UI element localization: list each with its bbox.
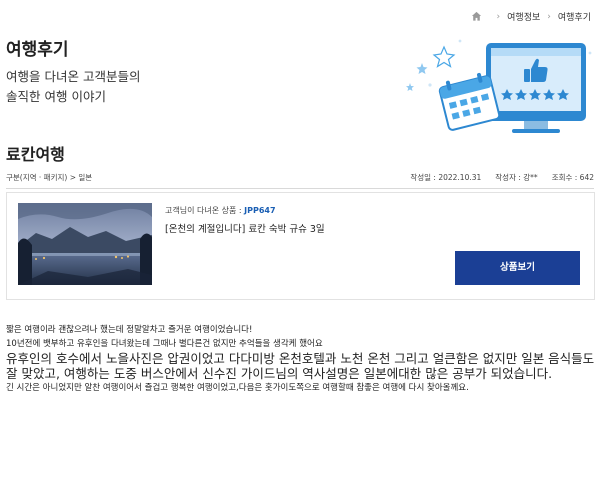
lake-sunset-image (18, 203, 152, 285)
divider (6, 188, 594, 189)
page-title: 여행후기 (6, 40, 69, 60)
product-code[interactable]: JPP647 (244, 206, 275, 215)
calendar-icon (438, 72, 501, 131)
breadcrumb: › 여행정보 › 여행후기 (471, 10, 591, 23)
post-date: 작성일 : 2022.10.31 (410, 173, 482, 182)
product-label-prefix: 고객님이 다녀온 상품 : (165, 206, 245, 215)
post-category: 구분(지역 · 패키지) > 일본 (6, 173, 93, 182)
review-illustration (406, 39, 592, 133)
chevron-right-icon: › (496, 11, 501, 22)
product-label: 고객님이 다녀온 상품 : JPP647 (165, 205, 276, 216)
post-views: 조회수 : 642 (551, 173, 594, 182)
body-paragraph: 짧은 여행이라 괜찮으려나 했는데 정말알차고 즐거운 여행이었습니다! (6, 325, 253, 335)
body-paragraph: 유후인의 호수에서 노을사진은 압권이었고 다다미방 온천호텔과 노천 온천 그… (6, 351, 595, 381)
home-icon[interactable] (471, 11, 482, 22)
post-title: 료칸여행 (6, 145, 65, 164)
body-paragraph: 10년전에 뱃부하고 유후인을 다녀왔는데 그때나 별다른건 없지만 추억들을 … (6, 339, 323, 349)
post-author: 작성자 : 강** (495, 173, 538, 182)
product-name[interactable]: [온천의 계절입니다] 료칸 숙박 규슈 3일 (165, 221, 325, 235)
breadcrumb-item-travel-review[interactable]: 여행후기 (558, 10, 591, 23)
post-body: 짧은 여행이라 괜찮으려나 했는데 정말알차고 즐거운 여행이었습니다! 10년… (6, 323, 596, 395)
page-subtitle-line: 솔직한 여행 이야기 (6, 89, 106, 104)
page-subtitle: 여행을 다녀온 고객분들의 솔직한 여행 이야기 (6, 67, 140, 107)
product-thumbnail[interactable] (18, 203, 152, 285)
breadcrumb-item-travel-info[interactable]: 여행정보 (507, 10, 540, 23)
chevron-right-icon: › (547, 11, 551, 22)
product-card: 고객님이 다녀온 상품 : JPP647 [온천의 계절입니다] 료칸 숙박 규… (6, 192, 595, 300)
post-meta: 구분(지역 · 패키지) > 일본 작성일 : 2022.10.31 작성자 :… (6, 172, 594, 184)
body-paragraph: 긴 시간은 아니었지만 알찬 여행이어서 즐겁고 행복한 여행이었고,다음은 홋… (6, 383, 469, 393)
post-info: 작성일 : 2022.10.31 작성자 : 강** 조회수 : 642 (410, 172, 594, 183)
sparkle-icon (432, 45, 456, 68)
monitor-icon (486, 43, 586, 133)
view-product-button[interactable]: 상품보기 (455, 251, 580, 285)
page-subtitle-line: 여행을 다녀온 고객분들의 (6, 69, 141, 84)
